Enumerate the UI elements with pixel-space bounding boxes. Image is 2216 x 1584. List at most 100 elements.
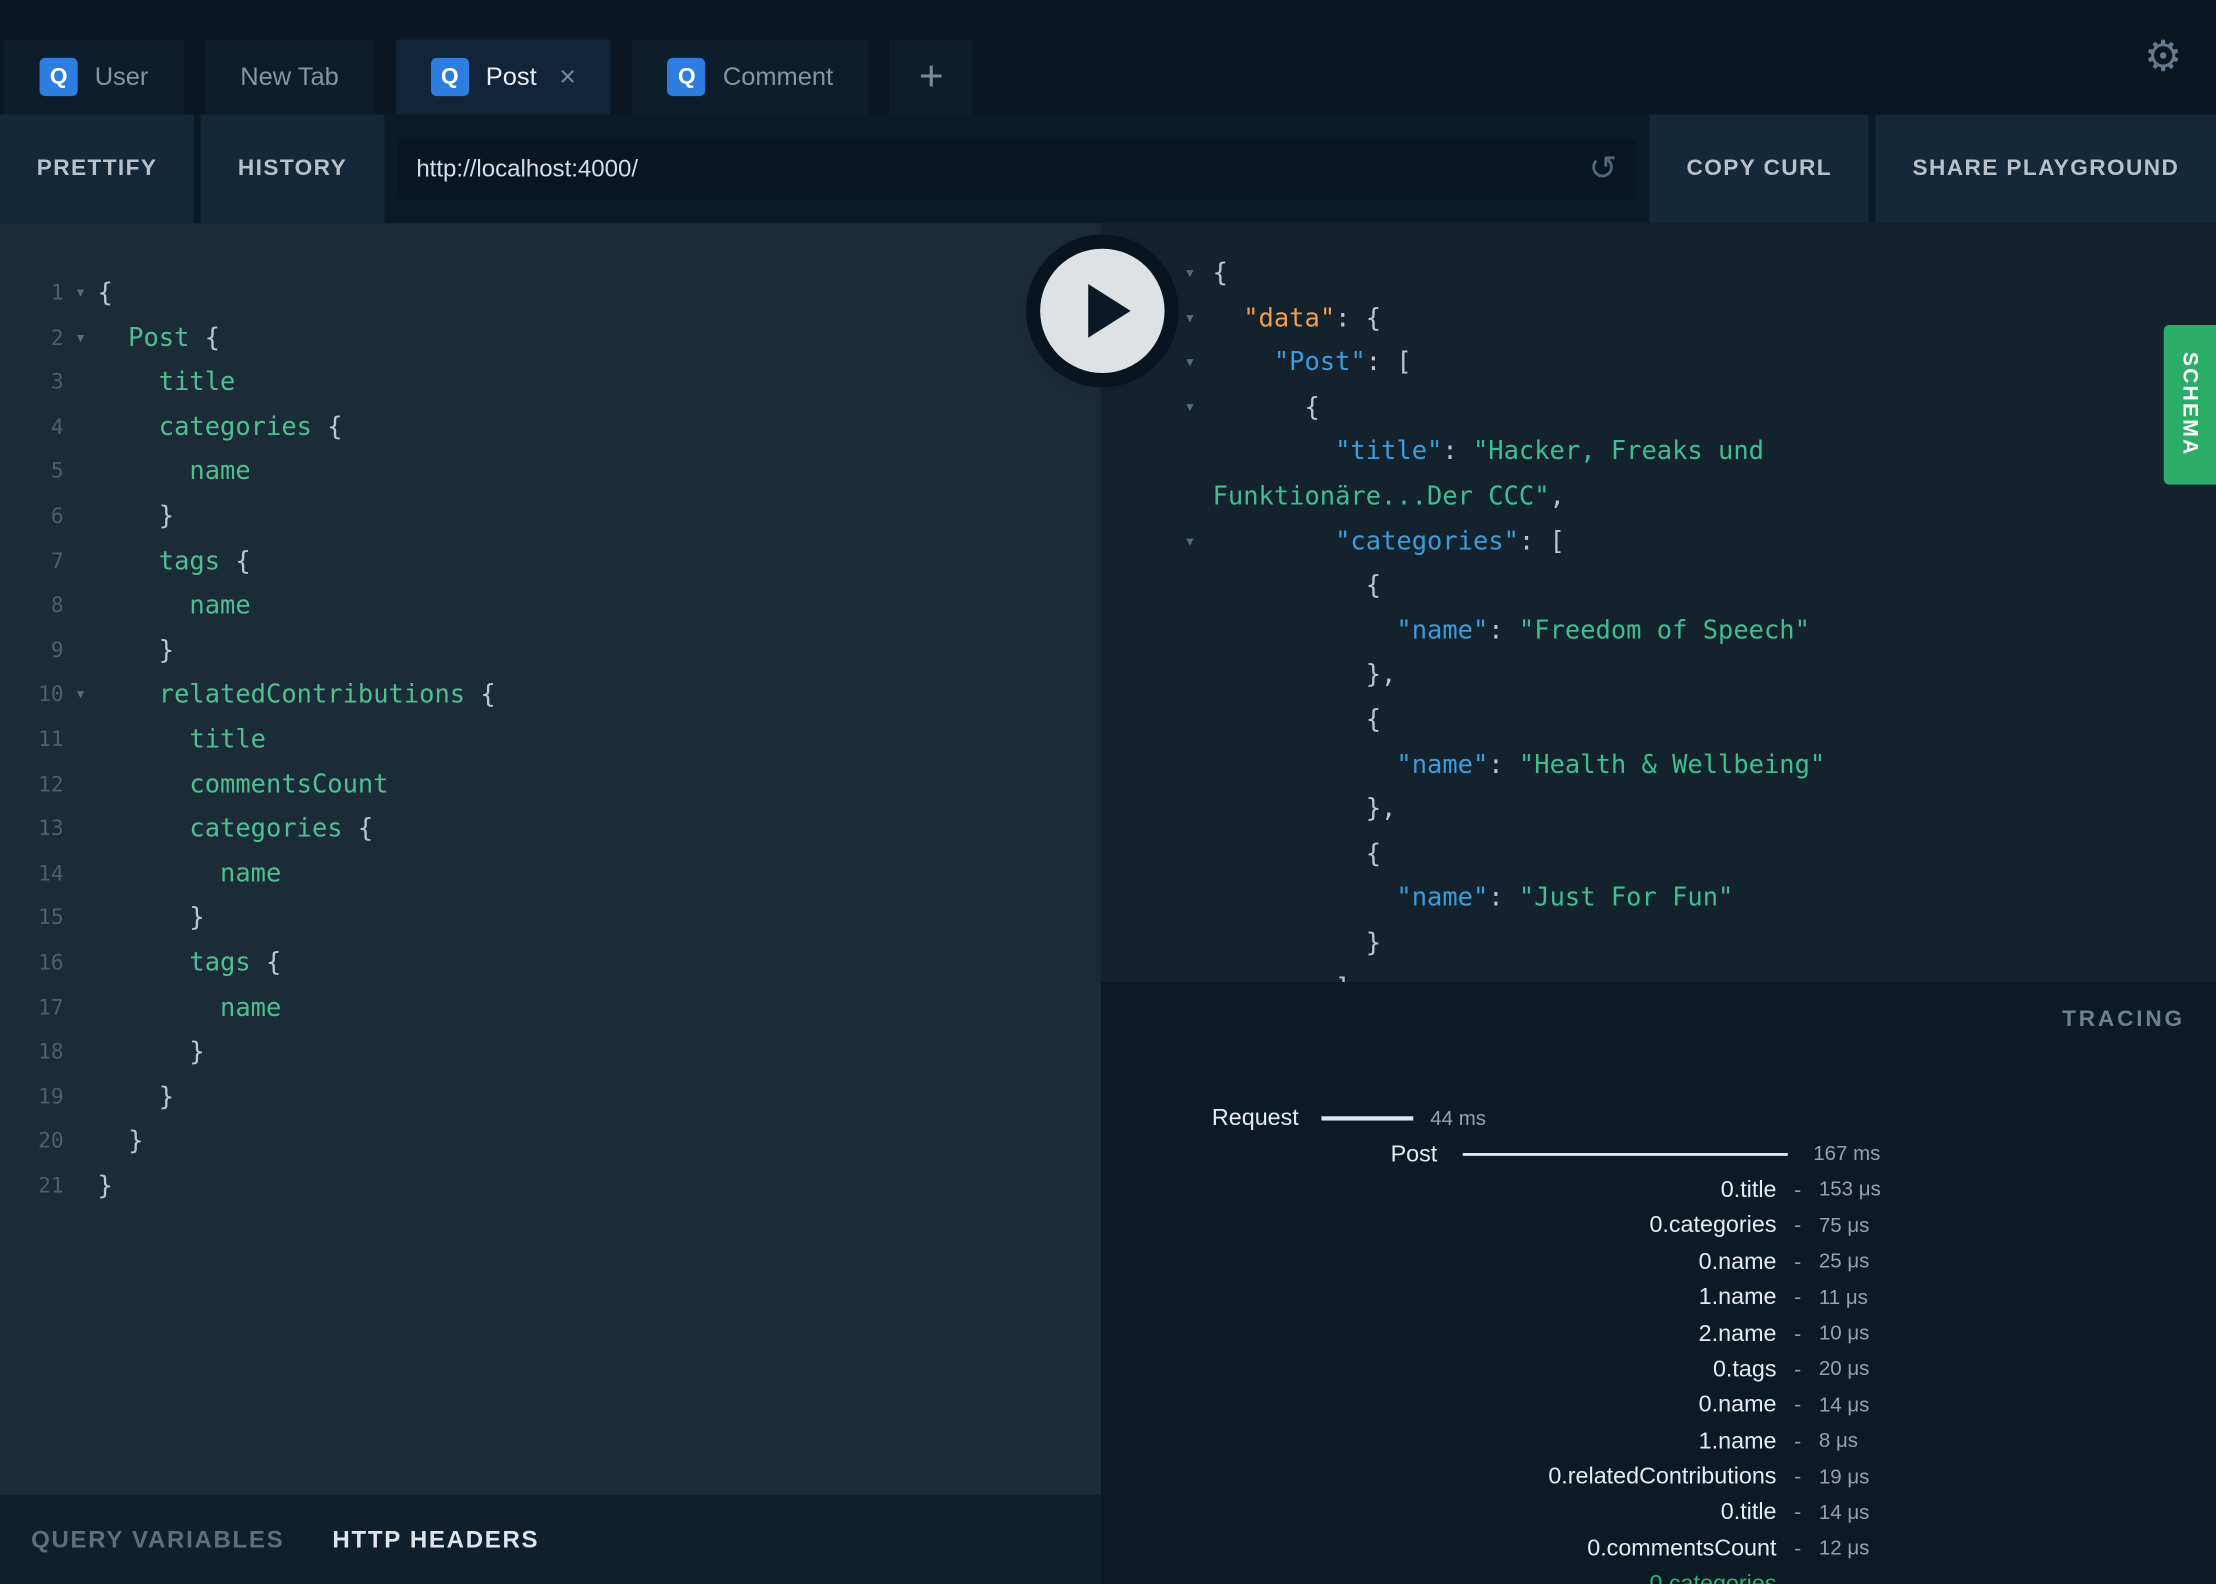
json-text: },	[1212, 794, 1397, 824]
schema-tab[interactable]: SCHEMA	[2163, 324, 2216, 485]
tracing-field-row: 0.commentsCount -12 μs	[1101, 1531, 2216, 1567]
editor-line[interactable]: 5 name	[0, 450, 1101, 495]
tab-user[interactable]: Q User	[4, 39, 184, 115]
tab-comment[interactable]: Q Comment	[632, 39, 869, 115]
copy-curl-button[interactable]: COPY CURL	[1649, 114, 1869, 224]
fold-caret-placeholder	[64, 1120, 98, 1165]
collapse-caret-placeholder	[1184, 921, 1212, 966]
code-text: }	[97, 903, 205, 934]
json-text: "Post": [	[1273, 347, 1412, 378]
line-number: 13	[38, 815, 64, 841]
code-text: name	[220, 992, 282, 1023]
tracing-span-time: 44 ms	[1430, 1107, 1487, 1130]
line-number: 21	[38, 1172, 64, 1199]
query-variables-tab[interactable]: QUERY VARIABLES	[31, 1525, 284, 1553]
code-text: }	[97, 1081, 175, 1112]
tracing-field-label: 0.relatedContributions	[1548, 1464, 1777, 1490]
fold-caret-icon[interactable]: ▾	[64, 271, 98, 316]
collapse-caret-icon[interactable]: ▾	[1184, 519, 1212, 564]
json-text: ]	[1213, 966, 1350, 982]
tab-label: Post	[485, 62, 537, 91]
fold-caret-placeholder	[64, 450, 98, 495]
tracing-field-label: 1.name	[1698, 1428, 1777, 1454]
share-playground-button[interactable]: SHARE PLAYGROUND	[1875, 114, 2216, 224]
collapse-caret-icon[interactable]: ▾	[1184, 341, 1212, 386]
json-text: "name": "Freedom of Speech"	[1396, 615, 1810, 646]
tab-post[interactable]: Q Post ×	[395, 39, 612, 115]
editor-line[interactable]: 12 commentsCount	[0, 762, 1101, 807]
editor-line[interactable]: 1 ▾{	[0, 271, 1101, 316]
json-text: }	[1212, 928, 1382, 958]
tracing-dash: -	[1794, 1321, 1802, 1346]
editor-line[interactable]: 11 title	[0, 718, 1101, 763]
collapse-caret-icon[interactable]: ▾	[1184, 252, 1212, 297]
response-line: }	[1101, 921, 2216, 966]
collapse-caret-icon[interactable]: ▾	[1184, 385, 1212, 430]
line-number: 5	[50, 458, 64, 484]
collapse-caret-placeholder	[1184, 966, 1212, 982]
editor-line[interactable]: 9 }	[0, 628, 1101, 673]
editor-line[interactable]: 8 name	[0, 584, 1101, 629]
editor-line[interactable]: 18 }	[0, 1030, 1101, 1075]
editor-line[interactable]: 21}	[0, 1164, 1101, 1209]
collapse-caret-icon[interactable]: ▾	[1184, 296, 1212, 341]
new-tab-button[interactable]: +	[889, 39, 974, 115]
top-bar: Q User New Tab Q Post × Q Comment + ⚙	[0, 0, 2216, 115]
collapse-caret-placeholder	[1184, 653, 1212, 698]
response-line: "name": "Freedom of Speech"	[1101, 609, 2216, 654]
fold-caret-icon[interactable]: ▾	[64, 673, 98, 718]
editor-line[interactable]: 20 }	[0, 1120, 1101, 1165]
query-badge-icon: Q	[39, 57, 78, 97]
editor-line[interactable]: 15 }	[0, 896, 1101, 941]
tracing-field-time: 25 μs	[1818, 1250, 1870, 1274]
code-text: title	[189, 724, 267, 755]
line-number: 20	[38, 1127, 64, 1154]
editor-line[interactable]: 14 name	[0, 852, 1101, 897]
editor-line[interactable]: 16 tags {	[0, 941, 1101, 986]
fold-caret-icon[interactable]: ▾	[64, 316, 98, 361]
url-input[interactable]	[416, 154, 1589, 183]
editor-line[interactable]: 3 title	[0, 361, 1101, 406]
query-editor[interactable]: 1 ▾{2 ▾ Post {3 title 4 categories {5 name 6…	[0, 223, 1101, 1495]
url-bar[interactable]: ↺	[396, 137, 1637, 201]
editor-line[interactable]: 4 categories {	[0, 405, 1101, 450]
prettify-button[interactable]: PRETTIFY	[0, 114, 195, 224]
tracing-field-time: 12 μs	[1818, 1537, 1870, 1561]
tracing-field-label: 0.name	[1698, 1248, 1777, 1275]
json-text: "name": "Health & Wellbeing"	[1396, 749, 1826, 780]
tab-new-tab[interactable]: New Tab	[204, 39, 375, 115]
history-button[interactable]: HISTORY	[201, 114, 384, 224]
execute-query-button[interactable]	[1040, 248, 1165, 374]
line-number: 7	[50, 547, 64, 574]
editor-line[interactable]: 17 name	[0, 986, 1101, 1031]
collapse-caret-placeholder	[1184, 475, 1212, 520]
fold-caret-placeholder	[64, 718, 98, 763]
tracing-dash: -	[1794, 1501, 1802, 1526]
query-editor-lines: 1 ▾{2 ▾ Post {3 title 4 categories {5 name 6…	[0, 223, 1101, 1209]
tracing-title: TRACING	[2062, 1007, 2185, 1032]
settings-gear-icon[interactable]: ⚙	[2144, 36, 2182, 79]
tracing-field-row: 0.tags -20 μs	[1101, 1352, 2216, 1388]
response-column: ▾{▾ "data": {▾ "Post": [▾ { "title": "Ha…	[1100, 223, 2216, 1584]
tracing-field-time: 11 μs	[1818, 1286, 1868, 1310]
json-text: {	[1212, 838, 1382, 869]
editor-line[interactable]: 19 }	[0, 1075, 1101, 1120]
http-headers-tab[interactable]: HTTP HEADERS	[332, 1525, 539, 1553]
editor-line[interactable]: 10 ▾ relatedContributions {	[0, 673, 1101, 718]
tracing-dash: -	[1794, 1178, 1802, 1203]
reload-icon[interactable]: ↺	[1589, 151, 1617, 186]
editor-line[interactable]: 7 tags {	[0, 539, 1101, 584]
editor-line[interactable]: 2 ▾ Post {	[0, 316, 1101, 361]
tracing-field-time: 153 μs	[1818, 1179, 1881, 1202]
close-tab-icon[interactable]: ×	[559, 63, 576, 91]
editor-line[interactable]: 6 }	[0, 495, 1101, 540]
tracing-dash: -	[1794, 1537, 1802, 1562]
line-number: 4	[50, 413, 64, 440]
tracing-field-time: 10 μs	[1818, 1322, 1870, 1346]
tracing-dash: -	[1794, 1286, 1802, 1311]
line-number: 17	[38, 994, 64, 1020]
code-text: {	[97, 278, 113, 309]
response-line: },	[1101, 653, 2216, 698]
editor-line[interactable]: 13 categories {	[0, 807, 1101, 852]
line-number: 8	[50, 592, 64, 618]
